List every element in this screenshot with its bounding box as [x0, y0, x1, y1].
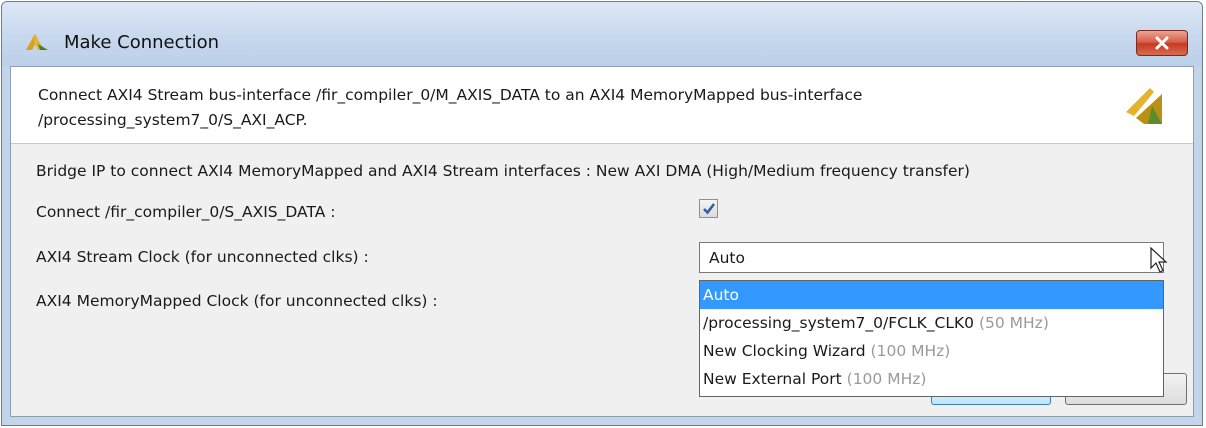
option-frequency: (100 MHz) — [846, 370, 927, 388]
close-button[interactable] — [1136, 30, 1188, 56]
xilinx-logo-icon — [1126, 88, 1162, 124]
connection-description: Connect AXI4 Stream bus-interface /fir_c… — [38, 83, 1078, 133]
bridge-ip-label: Bridge IP to connect AXI4 MemoryMapped a… — [36, 162, 970, 180]
stream-clock-label: AXI4 Stream Clock (for unconnected clks)… — [36, 248, 369, 266]
dropdown-option-auto[interactable]: Auto — [700, 281, 1163, 309]
stream-clock-value: Auto — [709, 249, 745, 267]
option-label: New Clocking Wizard — [703, 342, 866, 360]
checkmark-icon — [702, 203, 715, 215]
dialog-body: Connect AXI4 Stream bus-interface /fir_c… — [10, 66, 1194, 417]
mouse-pointer-icon — [1150, 246, 1168, 273]
title-bar[interactable]: Make Connection — [2, 2, 1202, 66]
window-title: Make Connection — [64, 32, 219, 53]
option-frequency: (50 MHz) — [978, 314, 1049, 332]
stream-clock-select[interactable]: Auto — [699, 242, 1168, 273]
dropdown-option-clocking-wizard[interactable]: New Clocking Wizard (100 MHz) — [700, 337, 1163, 365]
vivado-logo-icon — [26, 34, 48, 50]
option-label: Auto — [703, 286, 739, 304]
description-panel: Connect AXI4 Stream bus-interface /fir_c… — [11, 67, 1193, 144]
option-frequency: (100 MHz) — [870, 342, 951, 360]
description-line-2: /processing_system7_0/S_AXI_ACP. — [38, 111, 308, 129]
dialog-window: Make Connection Connect AXI4 Stream bus-… — [1, 1, 1203, 426]
connect-checkbox[interactable] — [699, 199, 718, 218]
option-label: New External Port — [703, 370, 842, 388]
dropdown-option-external-port[interactable]: New External Port (100 MHz) — [700, 365, 1163, 393]
mm-clock-label: AXI4 MemoryMapped Clock (for unconnected… — [36, 292, 438, 310]
option-label: /processing_system7_0/FCLK_CLK0 — [703, 314, 975, 332]
close-icon — [1155, 36, 1169, 50]
clock-options-dropdown[interactable]: Auto /processing_system7_0/FCLK_CLK0 (50… — [699, 280, 1164, 397]
dropdown-option-fclk-clk0[interactable]: /processing_system7_0/FCLK_CLK0 (50 MHz) — [700, 309, 1163, 337]
description-line-1: Connect AXI4 Stream bus-interface /fir_c… — [38, 86, 863, 104]
connect-interface-label: Connect /fir_compiler_0/S_AXIS_DATA : — [36, 203, 336, 221]
